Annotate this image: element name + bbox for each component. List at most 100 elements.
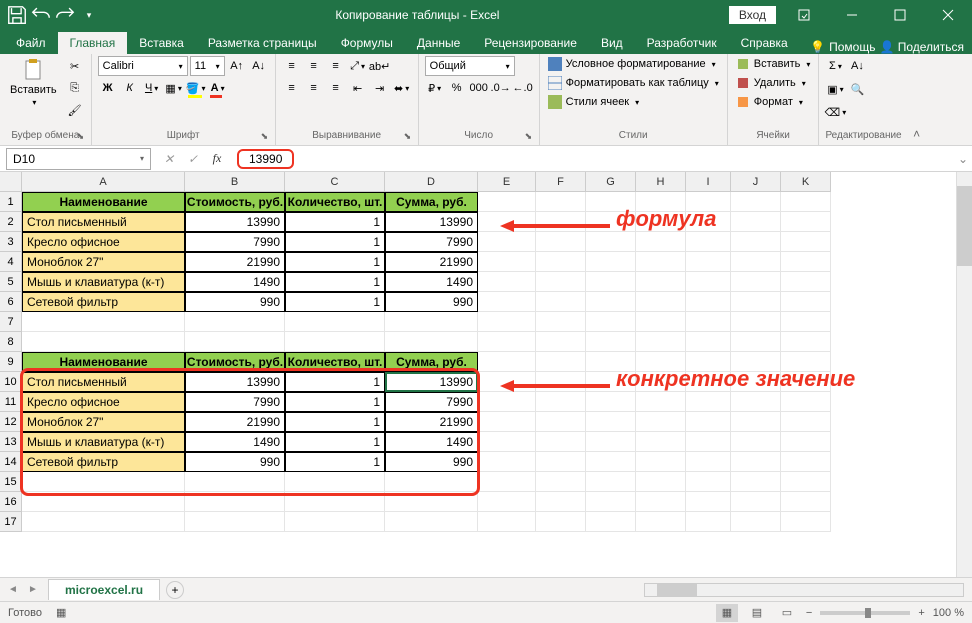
cell[interactable]: 1: [285, 412, 385, 432]
cell[interactable]: [478, 232, 536, 252]
cell[interactable]: [636, 292, 686, 312]
cell[interactable]: [781, 492, 831, 512]
font-launcher-icon[interactable]: ⬊: [261, 131, 273, 143]
cell[interactable]: [731, 412, 781, 432]
cell[interactable]: [731, 272, 781, 292]
cell[interactable]: 21990: [385, 252, 478, 272]
column-header[interactable]: E: [478, 172, 536, 192]
cell[interactable]: 1490: [385, 272, 478, 292]
cell[interactable]: [686, 512, 731, 532]
percent-icon[interactable]: %: [447, 78, 467, 98]
cell[interactable]: [781, 272, 831, 292]
cell[interactable]: 1: [285, 452, 385, 472]
cell[interactable]: 1: [285, 432, 385, 452]
cell[interactable]: [536, 332, 586, 352]
cell[interactable]: [185, 512, 285, 532]
cell[interactable]: [536, 212, 586, 232]
cell[interactable]: Стоимость, руб.: [185, 352, 285, 372]
format-painter-icon[interactable]: 🖌: [65, 100, 85, 120]
cell[interactable]: [781, 192, 831, 212]
tab-formulas[interactable]: Формулы: [329, 32, 405, 54]
formula-input[interactable]: 13990: [229, 149, 954, 169]
cell[interactable]: [185, 332, 285, 352]
cell[interactable]: [185, 472, 285, 492]
cell[interactable]: [285, 512, 385, 532]
cell[interactable]: [586, 252, 636, 272]
cell[interactable]: [478, 492, 536, 512]
macro-record-icon[interactable]: ▦: [56, 606, 66, 619]
login-button[interactable]: Вход: [729, 6, 776, 24]
tab-insert[interactable]: Вставка: [127, 32, 196, 54]
minimize-icon[interactable]: [832, 0, 872, 30]
cell[interactable]: 7990: [185, 232, 285, 252]
cell[interactable]: [686, 232, 731, 252]
cell[interactable]: 13990: [185, 372, 285, 392]
cell[interactable]: 21990: [185, 252, 285, 272]
cell[interactable]: [636, 492, 686, 512]
cell[interactable]: [686, 312, 731, 332]
number-format-select[interactable]: Общий▾: [425, 56, 515, 76]
cell[interactable]: [586, 512, 636, 532]
increase-indent-icon[interactable]: ⇥: [370, 78, 390, 98]
cell[interactable]: [478, 512, 536, 532]
align-right-icon[interactable]: ≡: [326, 78, 346, 98]
column-header[interactable]: H: [636, 172, 686, 192]
row-header[interactable]: 11: [0, 392, 22, 412]
currency-icon[interactable]: ₽▾: [425, 78, 445, 98]
cell[interactable]: 21990: [385, 412, 478, 432]
cell[interactable]: [636, 412, 686, 432]
cell[interactable]: [478, 412, 536, 432]
name-box[interactable]: D10▾: [6, 148, 151, 170]
row-header[interactable]: 7: [0, 312, 22, 332]
cell[interactable]: [536, 472, 586, 492]
cell[interactable]: 1: [285, 292, 385, 312]
accept-formula-icon[interactable]: ✓: [181, 148, 205, 170]
cell[interactable]: [536, 392, 586, 412]
cell[interactable]: [686, 332, 731, 352]
insert-cells-button[interactable]: Вставить▾: [734, 56, 813, 72]
format-as-table-button[interactable]: Форматировать как таблицу▾: [546, 75, 721, 91]
qat-dropdown-icon[interactable]: ▾: [78, 4, 100, 26]
cell[interactable]: [586, 412, 636, 432]
sheet-nav-prev-icon[interactable]: ◄: [8, 584, 22, 595]
cell[interactable]: Наименование: [22, 192, 185, 212]
cell[interactable]: [586, 332, 636, 352]
increase-decimal-icon[interactable]: .0→: [491, 78, 511, 98]
cell[interactable]: [478, 212, 536, 232]
cell[interactable]: 1: [285, 252, 385, 272]
cell[interactable]: [586, 452, 636, 472]
increase-font-icon[interactable]: A↑: [227, 56, 247, 76]
cell[interactable]: Сумма, руб.: [385, 352, 478, 372]
column-header[interactable]: F: [536, 172, 586, 192]
cell[interactable]: [686, 452, 731, 472]
cell[interactable]: [781, 452, 831, 472]
cell[interactable]: [781, 512, 831, 532]
cell[interactable]: [686, 292, 731, 312]
cell[interactable]: [781, 392, 831, 412]
cell[interactable]: [781, 432, 831, 452]
cell[interactable]: [586, 492, 636, 512]
cell[interactable]: [636, 252, 686, 272]
cell[interactable]: Мышь и клавиатура (к-т): [22, 272, 185, 292]
cell[interactable]: [781, 312, 831, 332]
orientation-icon[interactable]: ⤢▾: [348, 56, 368, 76]
cell[interactable]: [536, 232, 586, 252]
cell[interactable]: 990: [185, 292, 285, 312]
zoom-in-icon[interactable]: +: [918, 607, 924, 619]
row-header[interactable]: 17: [0, 512, 22, 532]
cell[interactable]: [586, 372, 636, 392]
tab-review[interactable]: Рецензирование: [472, 32, 589, 54]
cell[interactable]: [636, 452, 686, 472]
cell[interactable]: [731, 292, 781, 312]
cell[interactable]: [731, 392, 781, 412]
cell[interactable]: 1: [285, 392, 385, 412]
cell[interactable]: [636, 192, 686, 212]
cell[interactable]: 1490: [385, 432, 478, 452]
conditional-formatting-button[interactable]: Условное форматирование▾: [546, 56, 721, 72]
cell[interactable]: [185, 312, 285, 332]
cell[interactable]: 990: [385, 292, 478, 312]
cell[interactable]: Сетевой фильтр: [22, 452, 185, 472]
cell[interactable]: [731, 332, 781, 352]
cell[interactable]: 1490: [185, 272, 285, 292]
clear-icon[interactable]: ⌫▾: [825, 102, 845, 122]
